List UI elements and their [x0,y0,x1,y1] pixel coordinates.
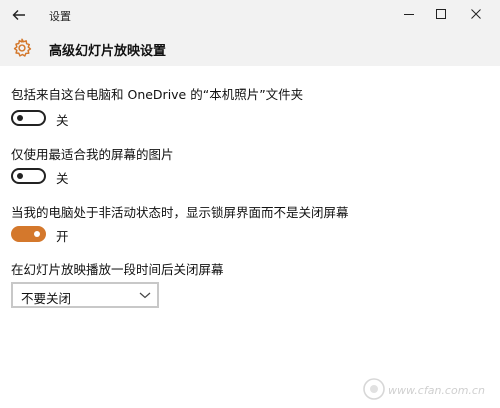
setting-label-include-photos: 包括来自这台电脑和 OneDrive 的“本机照片”文件夹 [11,87,304,102]
close-button[interactable] [462,4,490,24]
toggle-state-include-photos: 关 [56,113,69,128]
window-title: 设置 [49,10,71,23]
setting-label-turn-off-screen: 在幻灯片放映播放一段时间后关闭屏幕 [11,262,224,277]
minimize-button[interactable] [395,4,423,24]
page-header: 高级幻灯片放映设置 [0,30,500,66]
toggle-include-photos[interactable] [11,110,46,126]
toggle-state-lock-screen: 开 [56,229,69,244]
watermark: www.cfan.com.cn [363,378,485,400]
toggle-state-fit-screen: 关 [56,171,69,186]
maximize-icon [436,9,446,19]
minimize-icon [404,14,414,15]
title-bar: 设置 [0,0,500,30]
setting-label-lock-screen: 当我的电脑处于非活动状态时，显示锁屏界面而不是关闭屏幕 [11,205,349,220]
toggle-knob [17,115,23,121]
toggle-lock-screen[interactable] [11,226,46,242]
chevron-down-icon [139,292,151,299]
back-button[interactable] [8,6,30,24]
gear-icon [13,38,32,57]
close-icon [471,9,481,19]
back-arrow-icon [12,10,25,20]
maximize-button[interactable] [427,4,455,24]
dropdown-selected-value: 不要关闭 [21,291,72,306]
toggle-knob [17,173,23,179]
setting-label-fit-screen: 仅使用最适合我的屏幕的图片 [11,147,174,162]
page-title: 高级幻灯片放映设置 [49,44,167,59]
toggle-knob [34,231,40,237]
watermark-text: www.cfan.com.cn [388,384,485,397]
toggle-fit-screen[interactable] [11,168,46,184]
turn-off-screen-dropdown[interactable]: 不要关闭 [11,282,159,308]
